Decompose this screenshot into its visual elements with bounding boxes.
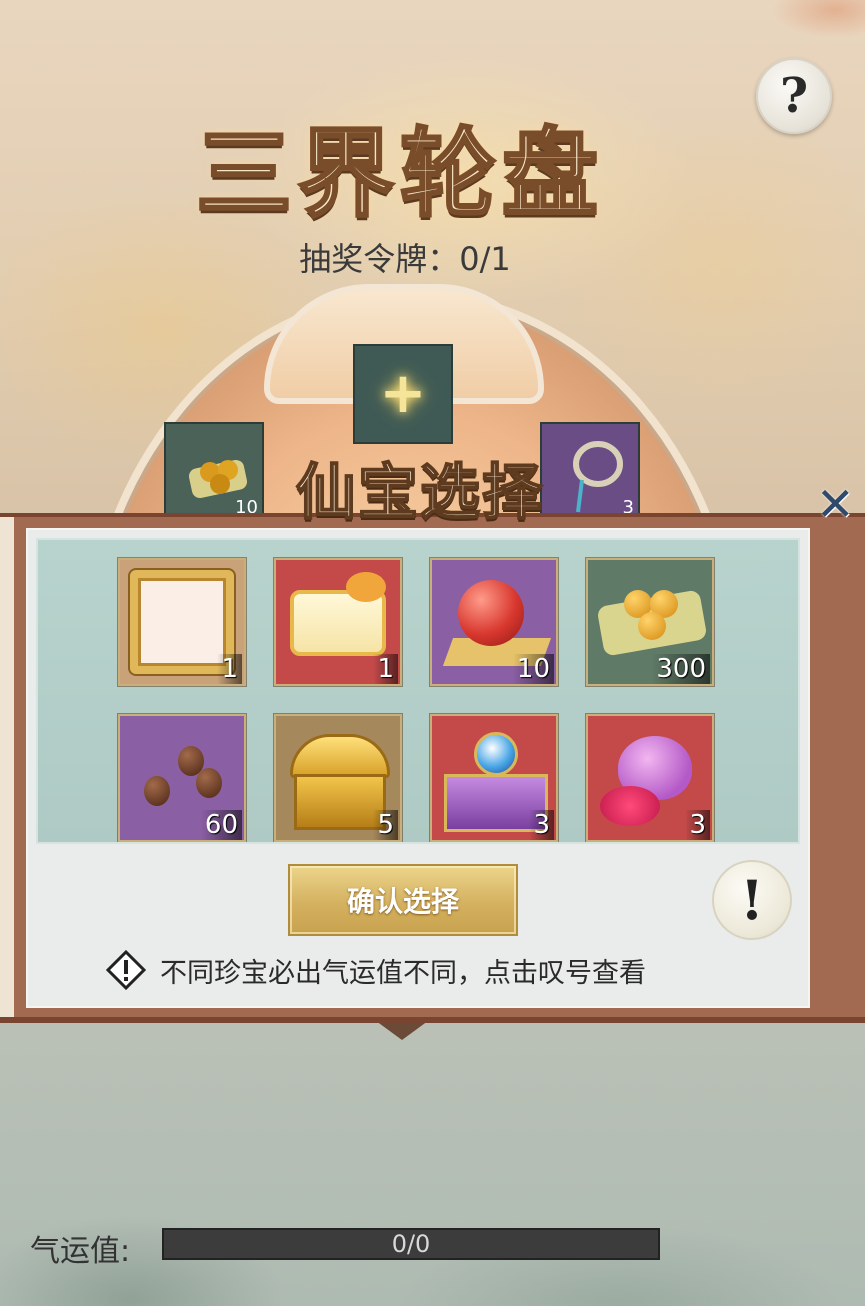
info-button[interactable]: ! xyxy=(712,860,792,940)
wheel-center-add-slot[interactable]: + xyxy=(353,344,453,444)
flower-petals-icon xyxy=(600,786,660,826)
item-count: 300 xyxy=(652,654,710,684)
seed-icon xyxy=(196,768,222,798)
item-golden-fruits[interactable]: 300 xyxy=(586,558,714,686)
plus-icon: + xyxy=(379,361,427,426)
blue-orb-icon xyxy=(474,732,518,776)
item-count: 10 xyxy=(512,654,554,684)
page-title: 三界轮盘 xyxy=(195,116,604,232)
close-icon: ✕ xyxy=(816,477,855,531)
maple-leaf-decoration xyxy=(705,0,865,60)
item-purple-chest[interactable]: 3 xyxy=(430,714,558,842)
warning-icon xyxy=(106,950,146,990)
item-count: 3 xyxy=(685,810,710,840)
exclamation-icon: ! xyxy=(740,868,764,932)
selection-hint: 不同珍宝必出气运值不同，点击叹号查看 xyxy=(106,948,746,992)
item-count: 1 xyxy=(373,654,398,684)
item-count: 5 xyxy=(373,810,398,840)
dragon-head-ornament xyxy=(346,572,386,602)
item-flower-pouch[interactable]: 3 xyxy=(586,714,714,842)
item-avatar-frame[interactable]: 1 xyxy=(118,558,246,686)
luck-progress-bar: 0/0 xyxy=(162,1228,660,1260)
chest-lid-icon xyxy=(290,734,390,778)
seed-icon xyxy=(144,776,170,806)
confirm-selection-button[interactable]: 确认选择 xyxy=(288,864,518,936)
luck-progress-text: 0/0 xyxy=(391,1230,431,1258)
item-count: 1 xyxy=(217,654,242,684)
popup-title: 仙宝选择 xyxy=(295,457,544,529)
chest-body-icon xyxy=(294,774,386,830)
hint-text: 不同珍宝必出气运值不同，点击叹号查看 xyxy=(160,957,646,989)
lottery-token-count: 抽奖令牌：0/1 xyxy=(299,240,511,278)
background-mountains xyxy=(0,1080,865,1306)
item-count: 3 xyxy=(529,810,554,840)
item-golden-chest[interactable]: 5 xyxy=(274,714,402,842)
item-count: 60 xyxy=(200,810,242,840)
red-orb-icon xyxy=(458,580,524,646)
item-red-orb[interactable]: 10 xyxy=(430,558,558,686)
item-brown-seeds[interactable]: 60 xyxy=(118,714,246,842)
luck-value-label: 气运值: xyxy=(30,1234,131,1269)
close-button[interactable]: ✕ xyxy=(816,481,865,527)
treasure-item-grid: 1 1 10 300 60 5 3 3 xyxy=(36,538,800,844)
golden-fruit-icon xyxy=(638,612,666,640)
panel-left-edge xyxy=(0,517,14,1017)
item-chat-bubble[interactable]: 1 xyxy=(274,558,402,686)
